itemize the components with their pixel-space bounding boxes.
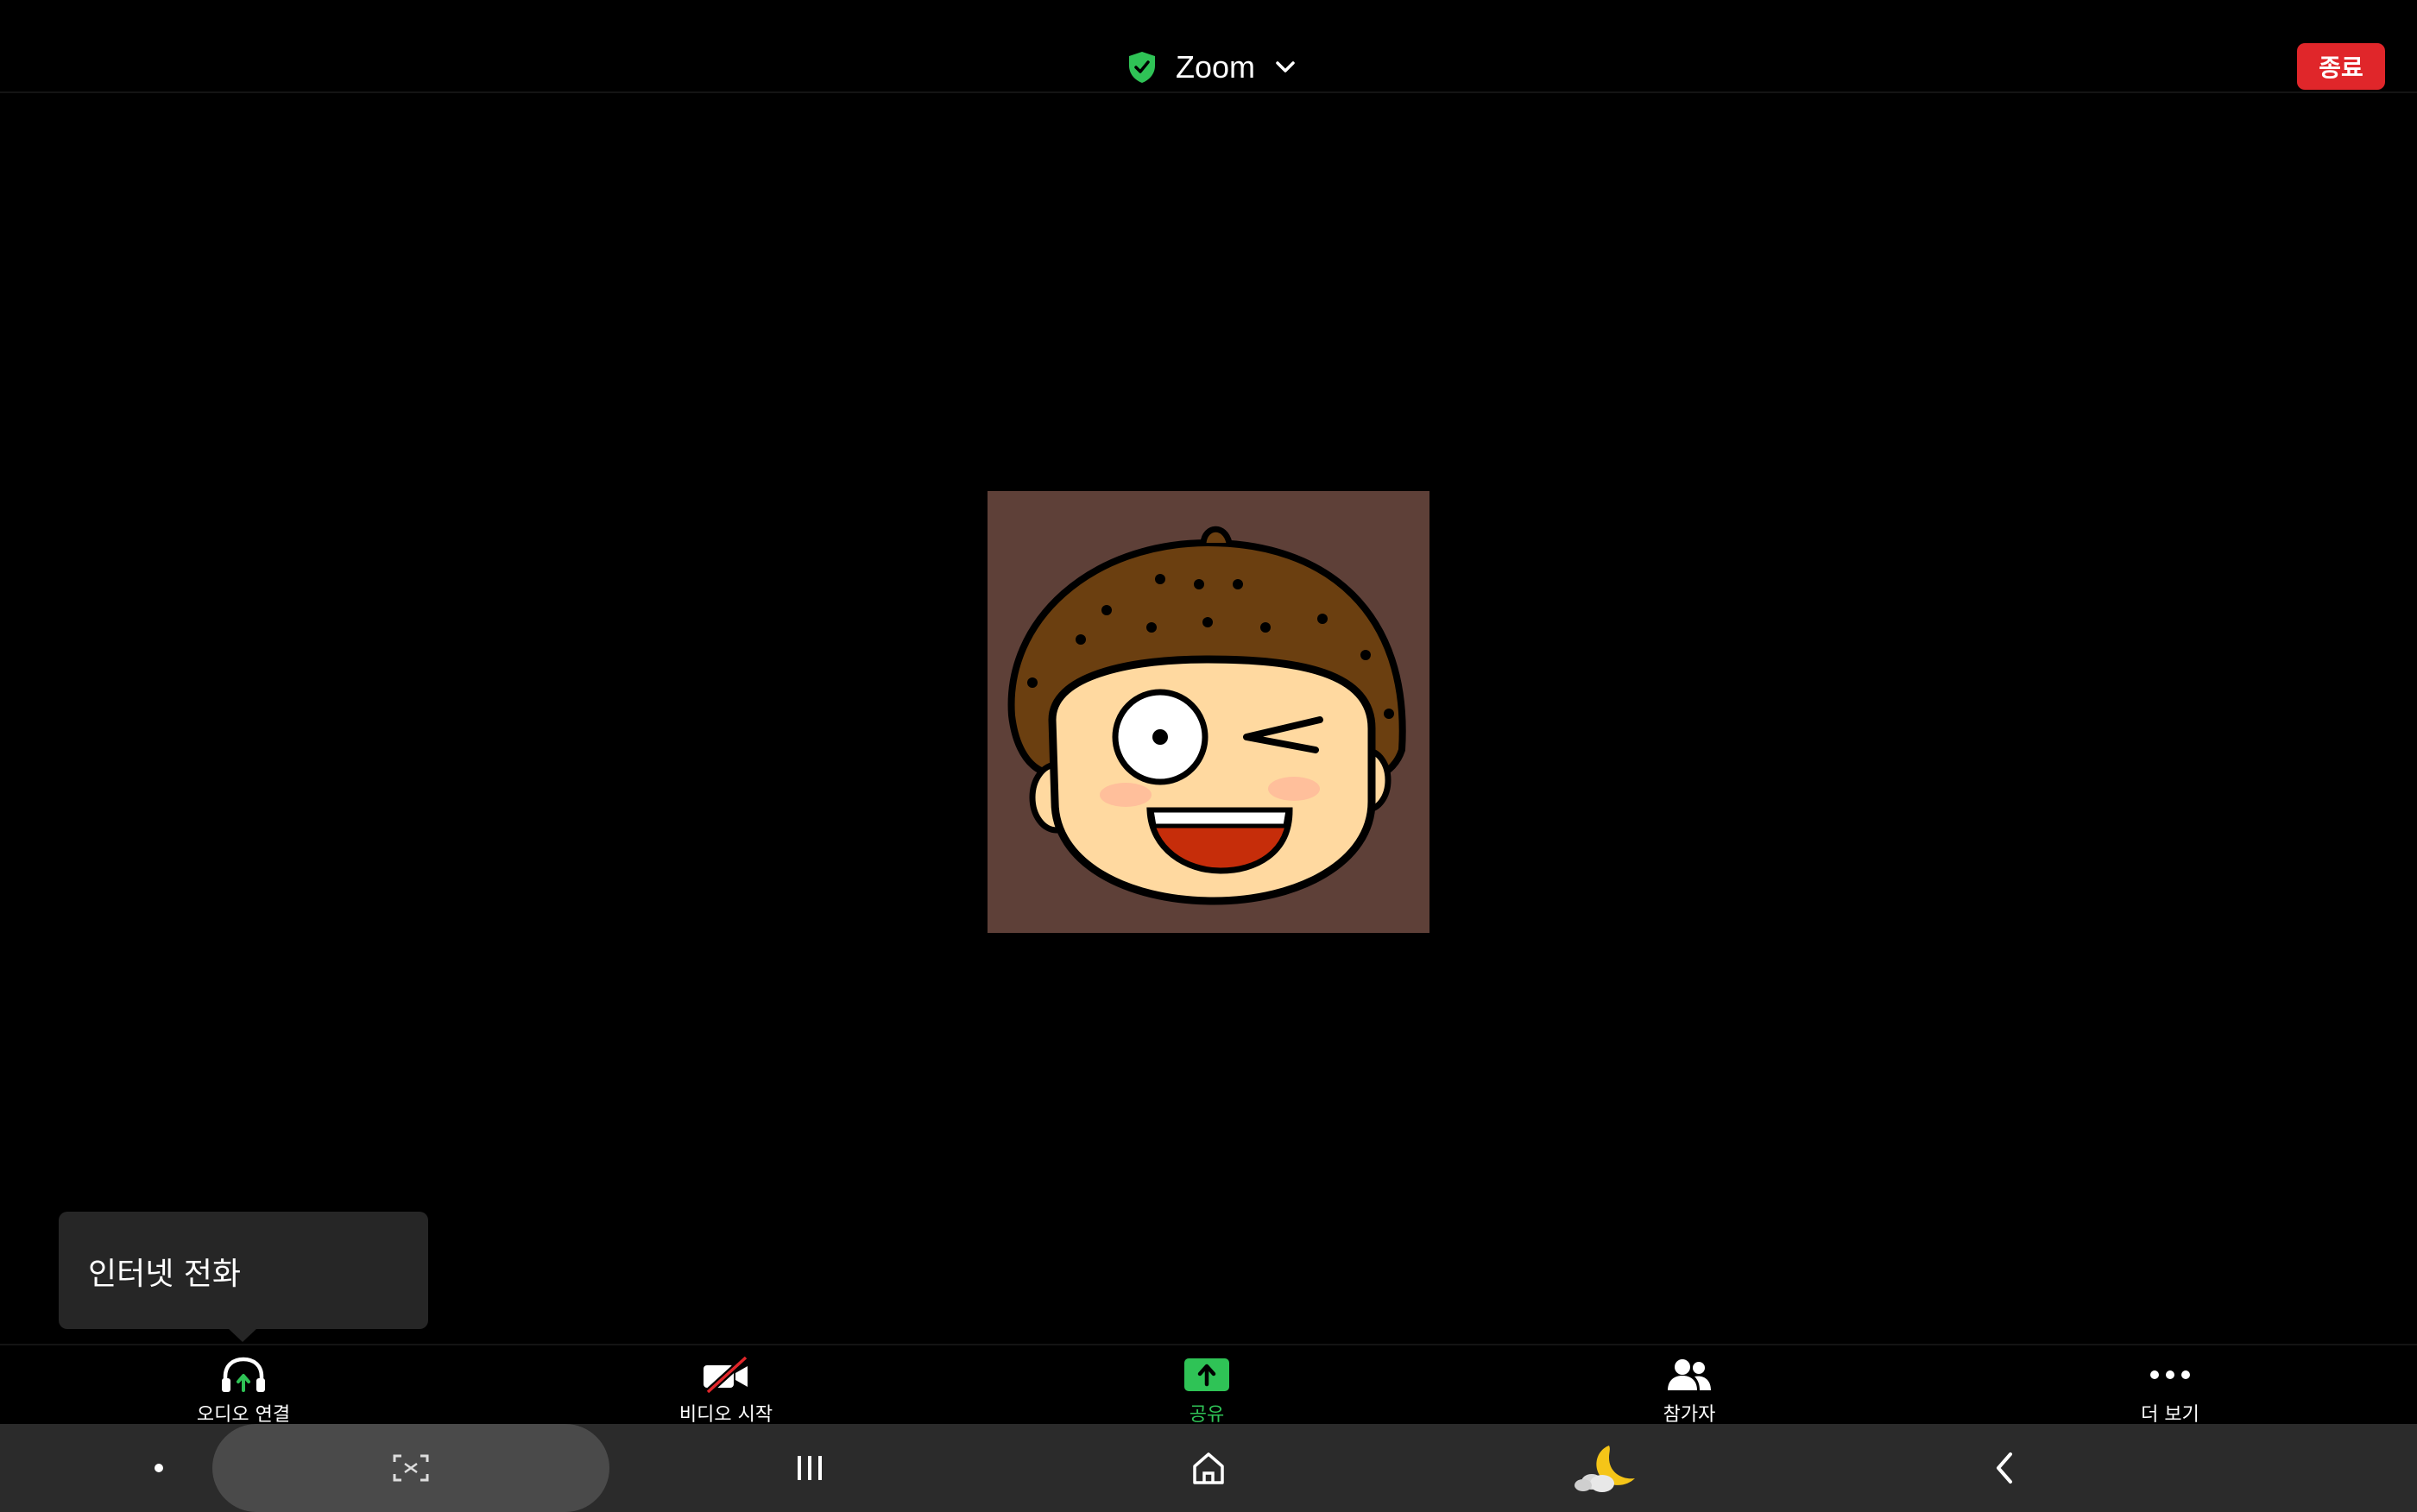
winking-face-avatar-image <box>988 491 1429 933</box>
audio-tooltip: 인터넷 전화 <box>59 1212 428 1329</box>
participants-label: 참가자 <box>1663 1404 1716 1426</box>
dot-indicator <box>140 1424 178 1512</box>
join-audio-label: 오디오 연결 <box>196 1404 291 1426</box>
share-label: 공유 <box>1189 1404 1225 1426</box>
recent-apps-button[interactable] <box>784 1424 836 1512</box>
shield-check-icon <box>1129 52 1155 83</box>
headphones-connect-icon <box>218 1356 269 1394</box>
start-video-button[interactable]: 비디오 시작 <box>614 1356 838 1426</box>
more-label: 더 보기 <box>2141 1404 2199 1426</box>
share-screen-icon <box>1181 1356 1233 1394</box>
dot-icon <box>155 1464 163 1472</box>
participants-icon <box>1663 1356 1715 1394</box>
meeting-title: Zoom <box>1176 49 1256 85</box>
chevron-down-icon <box>1276 61 1295 72</box>
end-meeting-button[interactable]: 종료 <box>2297 43 2385 90</box>
back-chevron-icon <box>1997 1452 2012 1484</box>
share-button[interactable]: 공유 <box>1095 1356 1319 1426</box>
moon-cloud-icon <box>1575 1446 1635 1492</box>
more-dots-icon <box>2144 1356 2196 1394</box>
start-video-label: 비디오 시작 <box>678 1404 773 1426</box>
screen-capture-icon <box>393 1454 429 1482</box>
meeting-header: Zoom 종료 <box>0 0 2417 93</box>
tooltip-arrow <box>228 1328 257 1342</box>
meeting-title-dropdown[interactable]: Zoom <box>1127 41 1297 93</box>
participants-button[interactable]: 참가자 <box>1577 1356 1802 1426</box>
system-navigation-bar <box>0 1424 2417 1512</box>
recent-apps-icon <box>798 1456 822 1480</box>
night-mode-button[interactable] <box>1569 1424 1640 1512</box>
meeting-toolbar: 오디오 연결 비디오 시작 공유 참가자 더 보기 <box>0 1344 2417 1426</box>
tooltip-text: 인터넷 전화 <box>88 1257 242 1292</box>
screenshot-button[interactable] <box>385 1424 437 1512</box>
participant-avatar <box>988 491 1429 933</box>
join-audio-button[interactable]: 오디오 연결 <box>131 1356 356 1426</box>
video-off-icon <box>700 1356 752 1394</box>
back-button[interactable] <box>1985 1424 2023 1512</box>
home-button[interactable] <box>1183 1424 1234 1512</box>
home-icon <box>1193 1452 1224 1484</box>
more-button[interactable]: 더 보기 <box>2058 1356 2282 1426</box>
